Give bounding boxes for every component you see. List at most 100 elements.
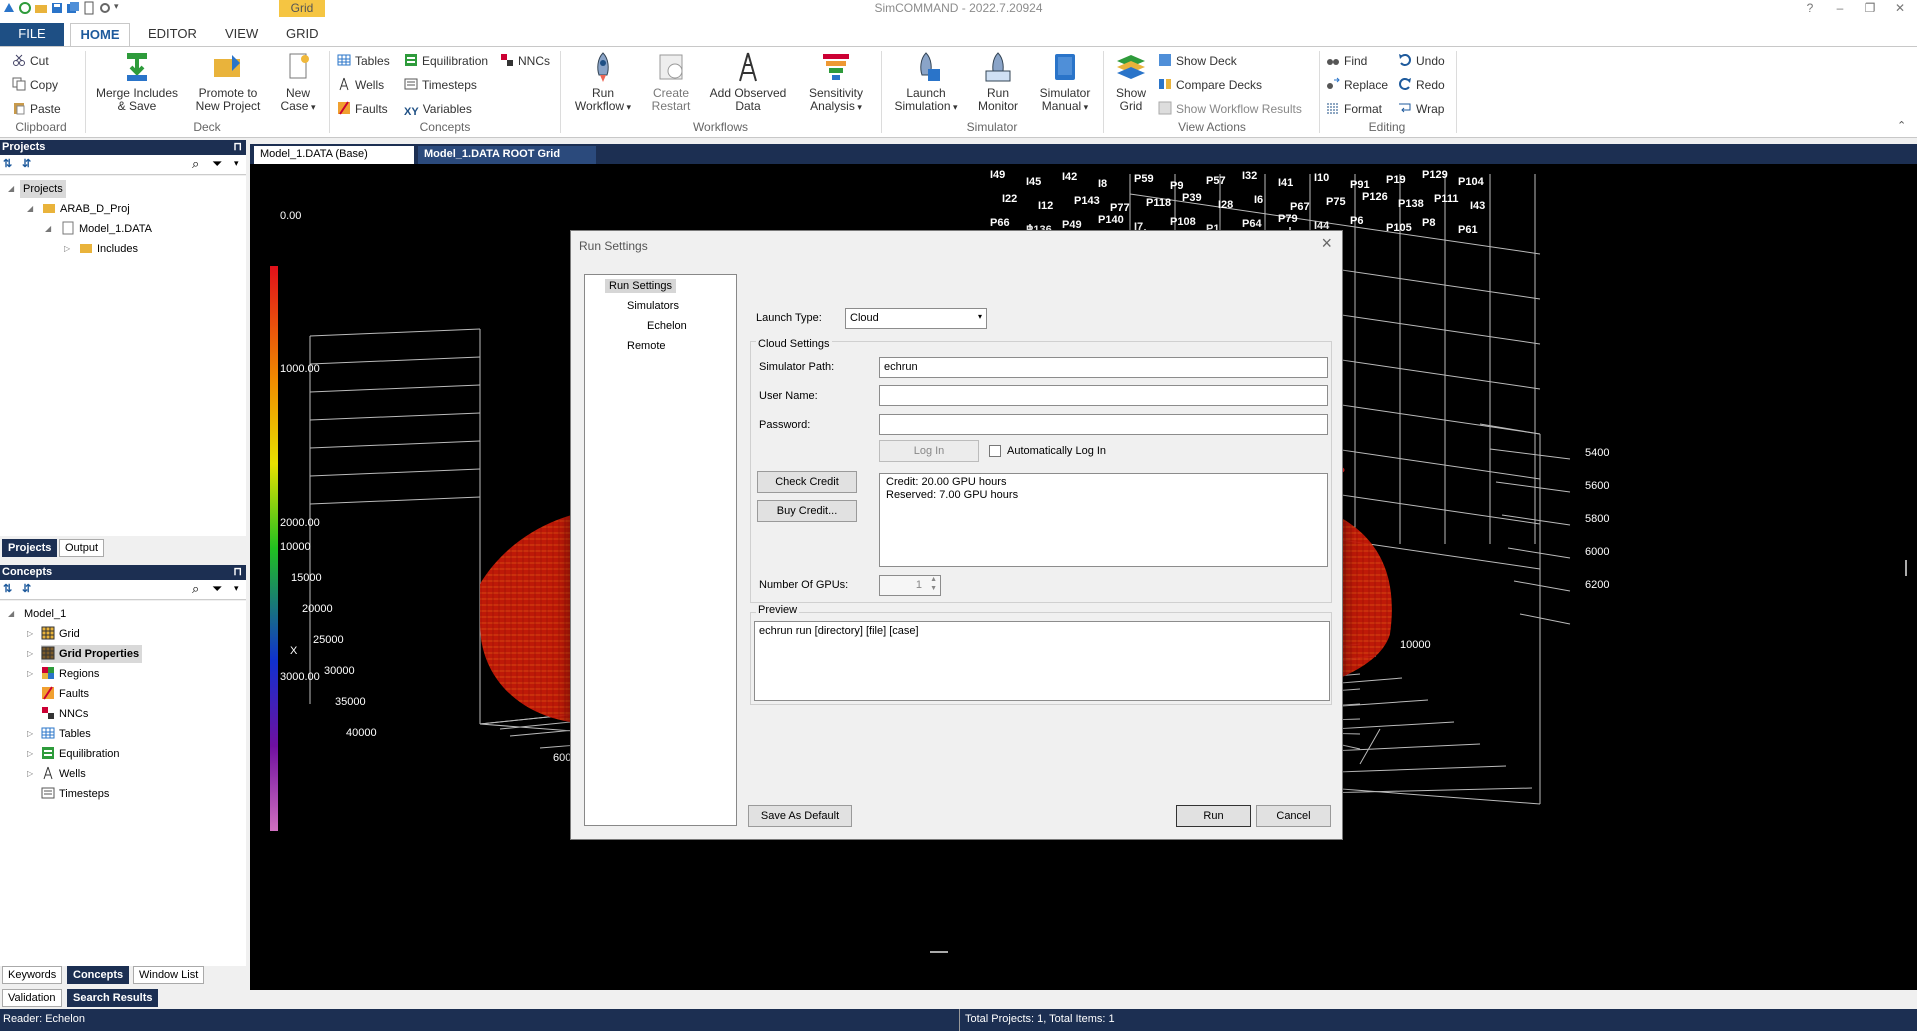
collapsed-arrow-icon[interactable]: ▷ (27, 769, 33, 778)
login-button[interactable]: Log In (879, 440, 979, 462)
stepper-arrows-icon[interactable]: ▲ ▼ (930, 575, 937, 593)
equilibration-button[interactable]: Equilibration (404, 52, 488, 70)
launch-type-select[interactable]: Cloud ▾ (845, 308, 987, 329)
pin-icon[interactable]: ⊓ (233, 140, 242, 155)
run-monitor-button[interactable]: Run Monitor (968, 51, 1028, 113)
merge-includes-button[interactable]: Merge Includes & Save (92, 51, 182, 113)
tab-model-root-grid[interactable]: Model_1.DATA ROOT Grid (418, 146, 596, 164)
tab-concepts[interactable]: Concepts (67, 966, 130, 984)
check-credit-button[interactable]: Check Credit (757, 471, 857, 493)
launch-simulation-button[interactable]: Launch Simulation (888, 51, 964, 114)
tree-node-includes[interactable]: Includes (79, 240, 138, 258)
expand-arrow-icon[interactable]: ◢ (45, 224, 51, 233)
collapsed-arrow-icon[interactable]: ▷ (27, 669, 33, 678)
tab-projects[interactable]: Projects (2, 539, 58, 557)
timesteps-button[interactable]: Timesteps (404, 76, 477, 94)
wells-button[interactable]: Wells (337, 76, 384, 94)
find-button[interactable]: Find (1326, 52, 1367, 70)
save-as-default-button[interactable]: Save As Default (748, 805, 852, 827)
tree-node-grid-properties[interactable]: Grid Properties (41, 645, 143, 663)
nncs-button[interactable]: NNCs (500, 52, 550, 70)
tab-view[interactable]: VIEW (215, 23, 268, 46)
tree-node-model[interactable]: Model_1 (24, 605, 66, 623)
sort-desc-icon[interactable]: ⇵ (22, 157, 31, 170)
help-button[interactable]: ? (1795, 0, 1825, 17)
wrap-button[interactable]: Wrap (1398, 100, 1444, 118)
pin-icon[interactable]: ⊓ (233, 565, 242, 580)
tree-node-equilibration[interactable]: Equilibration (41, 745, 120, 763)
variables-button[interactable]: XY Variables (404, 100, 472, 118)
toolbar-dropdown-icon[interactable]: ▾ (234, 158, 239, 169)
tab-keywords[interactable]: Keywords (2, 966, 63, 984)
buy-credit-button[interactable]: Buy Credit... (757, 500, 857, 522)
tab-grid[interactable]: GRID (276, 23, 329, 46)
splitter-handle[interactable] (930, 951, 948, 953)
collapse-ribbon-icon[interactable]: ⌃ (1897, 119, 1906, 132)
faults-button[interactable]: Faults (337, 100, 388, 118)
expand-arrow-icon[interactable]: ◢ (8, 609, 14, 618)
tree-node-faults[interactable]: Faults (41, 685, 89, 703)
tree-node-projects[interactable]: Projects (20, 180, 66, 198)
restore-button[interactable]: ❐ (1855, 0, 1885, 17)
gpus-stepper[interactable]: 1 ▲ ▼ (879, 575, 941, 596)
nav-simulators[interactable]: Simulators (623, 299, 683, 313)
promote-project-button[interactable]: Promote to New Project (188, 51, 268, 113)
show-grid-button[interactable]: Show Grid (1108, 51, 1154, 113)
nav-echelon[interactable]: Echelon (643, 319, 691, 333)
collapsed-arrow-icon[interactable]: ▷ (27, 749, 33, 758)
tables-button[interactable]: Tables (337, 52, 390, 70)
sensitivity-analysis-button[interactable]: Sensitivity Analysis (796, 51, 876, 114)
sort-desc-icon[interactable]: ⇵ (22, 582, 31, 595)
sort-asc-icon[interactable]: ⇅ (3, 582, 12, 595)
tab-validation[interactable]: Validation (2, 989, 62, 1007)
simulator-path-input[interactable]: echrun (879, 357, 1328, 378)
expand-arrow-icon[interactable]: ◢ (8, 184, 14, 193)
tab-home[interactable]: HOME (70, 23, 130, 46)
tree-node-timesteps[interactable]: Timesteps (41, 785, 109, 803)
compare-decks-button[interactable]: Compare Decks (1158, 76, 1262, 94)
sort-asc-icon[interactable]: ⇅ (3, 157, 12, 170)
collapsed-arrow-icon[interactable]: ▷ (64, 244, 70, 253)
run-button[interactable]: Run (1176, 805, 1251, 827)
tree-node-model-data[interactable]: Model_1.DATA (61, 220, 152, 238)
tree-node-wells[interactable]: Wells (41, 765, 86, 783)
tab-file[interactable]: FILE (0, 23, 64, 46)
username-input[interactable] (879, 385, 1328, 406)
minimize-button[interactable]: – (1825, 0, 1855, 17)
create-restart-button[interactable]: Create Restart (640, 51, 702, 113)
tab-editor[interactable]: EDITOR (138, 23, 207, 46)
collapsed-arrow-icon[interactable]: ▷ (27, 729, 33, 738)
filter-icon[interactable]: ⏷ (212, 156, 222, 172)
search-icon[interactable]: ⌕ (192, 156, 199, 172)
collapsed-arrow-icon[interactable]: ▷ (27, 629, 33, 638)
expand-arrow-icon[interactable]: ◢ (27, 204, 33, 213)
simulator-manual-button[interactable]: Simulator Manual (1032, 51, 1098, 114)
tab-search-results[interactable]: Search Results (67, 989, 159, 1007)
cancel-button[interactable]: Cancel (1256, 805, 1331, 827)
cut-button[interactable]: Cut (12, 52, 49, 70)
close-window-button[interactable]: ✕ (1885, 0, 1915, 17)
tab-window-list[interactable]: Window List (133, 966, 205, 984)
tree-node-nncs[interactable]: NNCs (41, 705, 88, 723)
close-icon[interactable]: × (1321, 233, 1332, 254)
copy-button[interactable]: Copy (12, 76, 58, 94)
nav-run-settings[interactable]: Run Settings (605, 279, 676, 293)
password-input[interactable] (879, 414, 1328, 435)
tree-node-tables[interactable]: Tables (41, 725, 91, 743)
show-deck-button[interactable]: Show Deck (1158, 52, 1237, 70)
auto-login-checkbox[interactable] (989, 445, 1001, 457)
collapsed-arrow-icon[interactable]: ▷ (27, 649, 33, 658)
show-workflow-results-button[interactable]: Show Workflow Results (1158, 100, 1302, 118)
tree-node-grid[interactable]: Grid (41, 625, 80, 643)
toolbar-dropdown-icon[interactable]: ▾ (234, 583, 239, 594)
tab-model-data-base[interactable]: Model_1.DATA (Base) (254, 146, 414, 164)
tree-node-arab-d-proj[interactable]: ARAB_D_Proj (42, 200, 130, 218)
right-splitter-handle[interactable] (1905, 560, 1907, 576)
format-button[interactable]: Format (1326, 100, 1382, 118)
new-case-button[interactable]: New Case (273, 51, 323, 114)
replace-button[interactable]: Replace (1326, 76, 1388, 94)
add-observed-data-button[interactable]: Add Observed Data (706, 51, 790, 113)
run-workflow-button[interactable]: Run Workflow (568, 51, 638, 114)
undo-button[interactable]: Undo (1398, 52, 1445, 70)
search-icon[interactable]: ⌕ (192, 581, 199, 597)
